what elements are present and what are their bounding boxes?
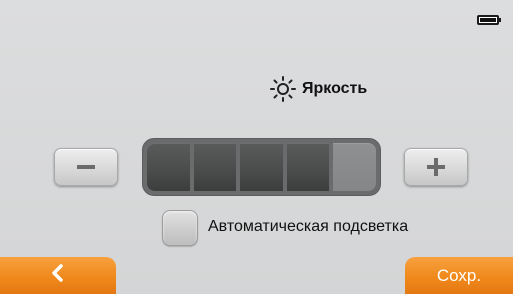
- minus-icon: [77, 164, 95, 170]
- plus-icon: [427, 158, 445, 176]
- brightness-settings-screen: Яркость Автоматическая подсветка Сохр.: [0, 0, 513, 294]
- sun-icon: [268, 75, 298, 103]
- brightness-segment-filled: [240, 143, 283, 191]
- battery-icon: [477, 15, 501, 25]
- brightness-segment-filled: [193, 143, 237, 191]
- page-title: Яркость: [268, 75, 367, 103]
- decrease-brightness-button[interactable]: [54, 148, 118, 186]
- chevron-left-icon: [51, 264, 65, 287]
- save-button-label: Сохр.: [436, 265, 482, 285]
- brightness-segment-filled: [147, 143, 190, 191]
- page-title-label: Яркость: [302, 80, 368, 97]
- save-button[interactable]: Сохр.: [405, 257, 513, 294]
- auto-backlight-label: Автоматическая подсветка: [208, 218, 409, 235]
- back-button[interactable]: [0, 257, 116, 294]
- auto-backlight-checkbox[interactable]: [162, 210, 198, 246]
- brightness-level-bar[interactable]: [142, 138, 381, 196]
- brightness-segment-empty: [333, 143, 376, 191]
- battery-level-fill: [480, 18, 496, 22]
- increase-brightness-button[interactable]: [404, 148, 468, 186]
- brightness-segment-filled: [286, 143, 330, 191]
